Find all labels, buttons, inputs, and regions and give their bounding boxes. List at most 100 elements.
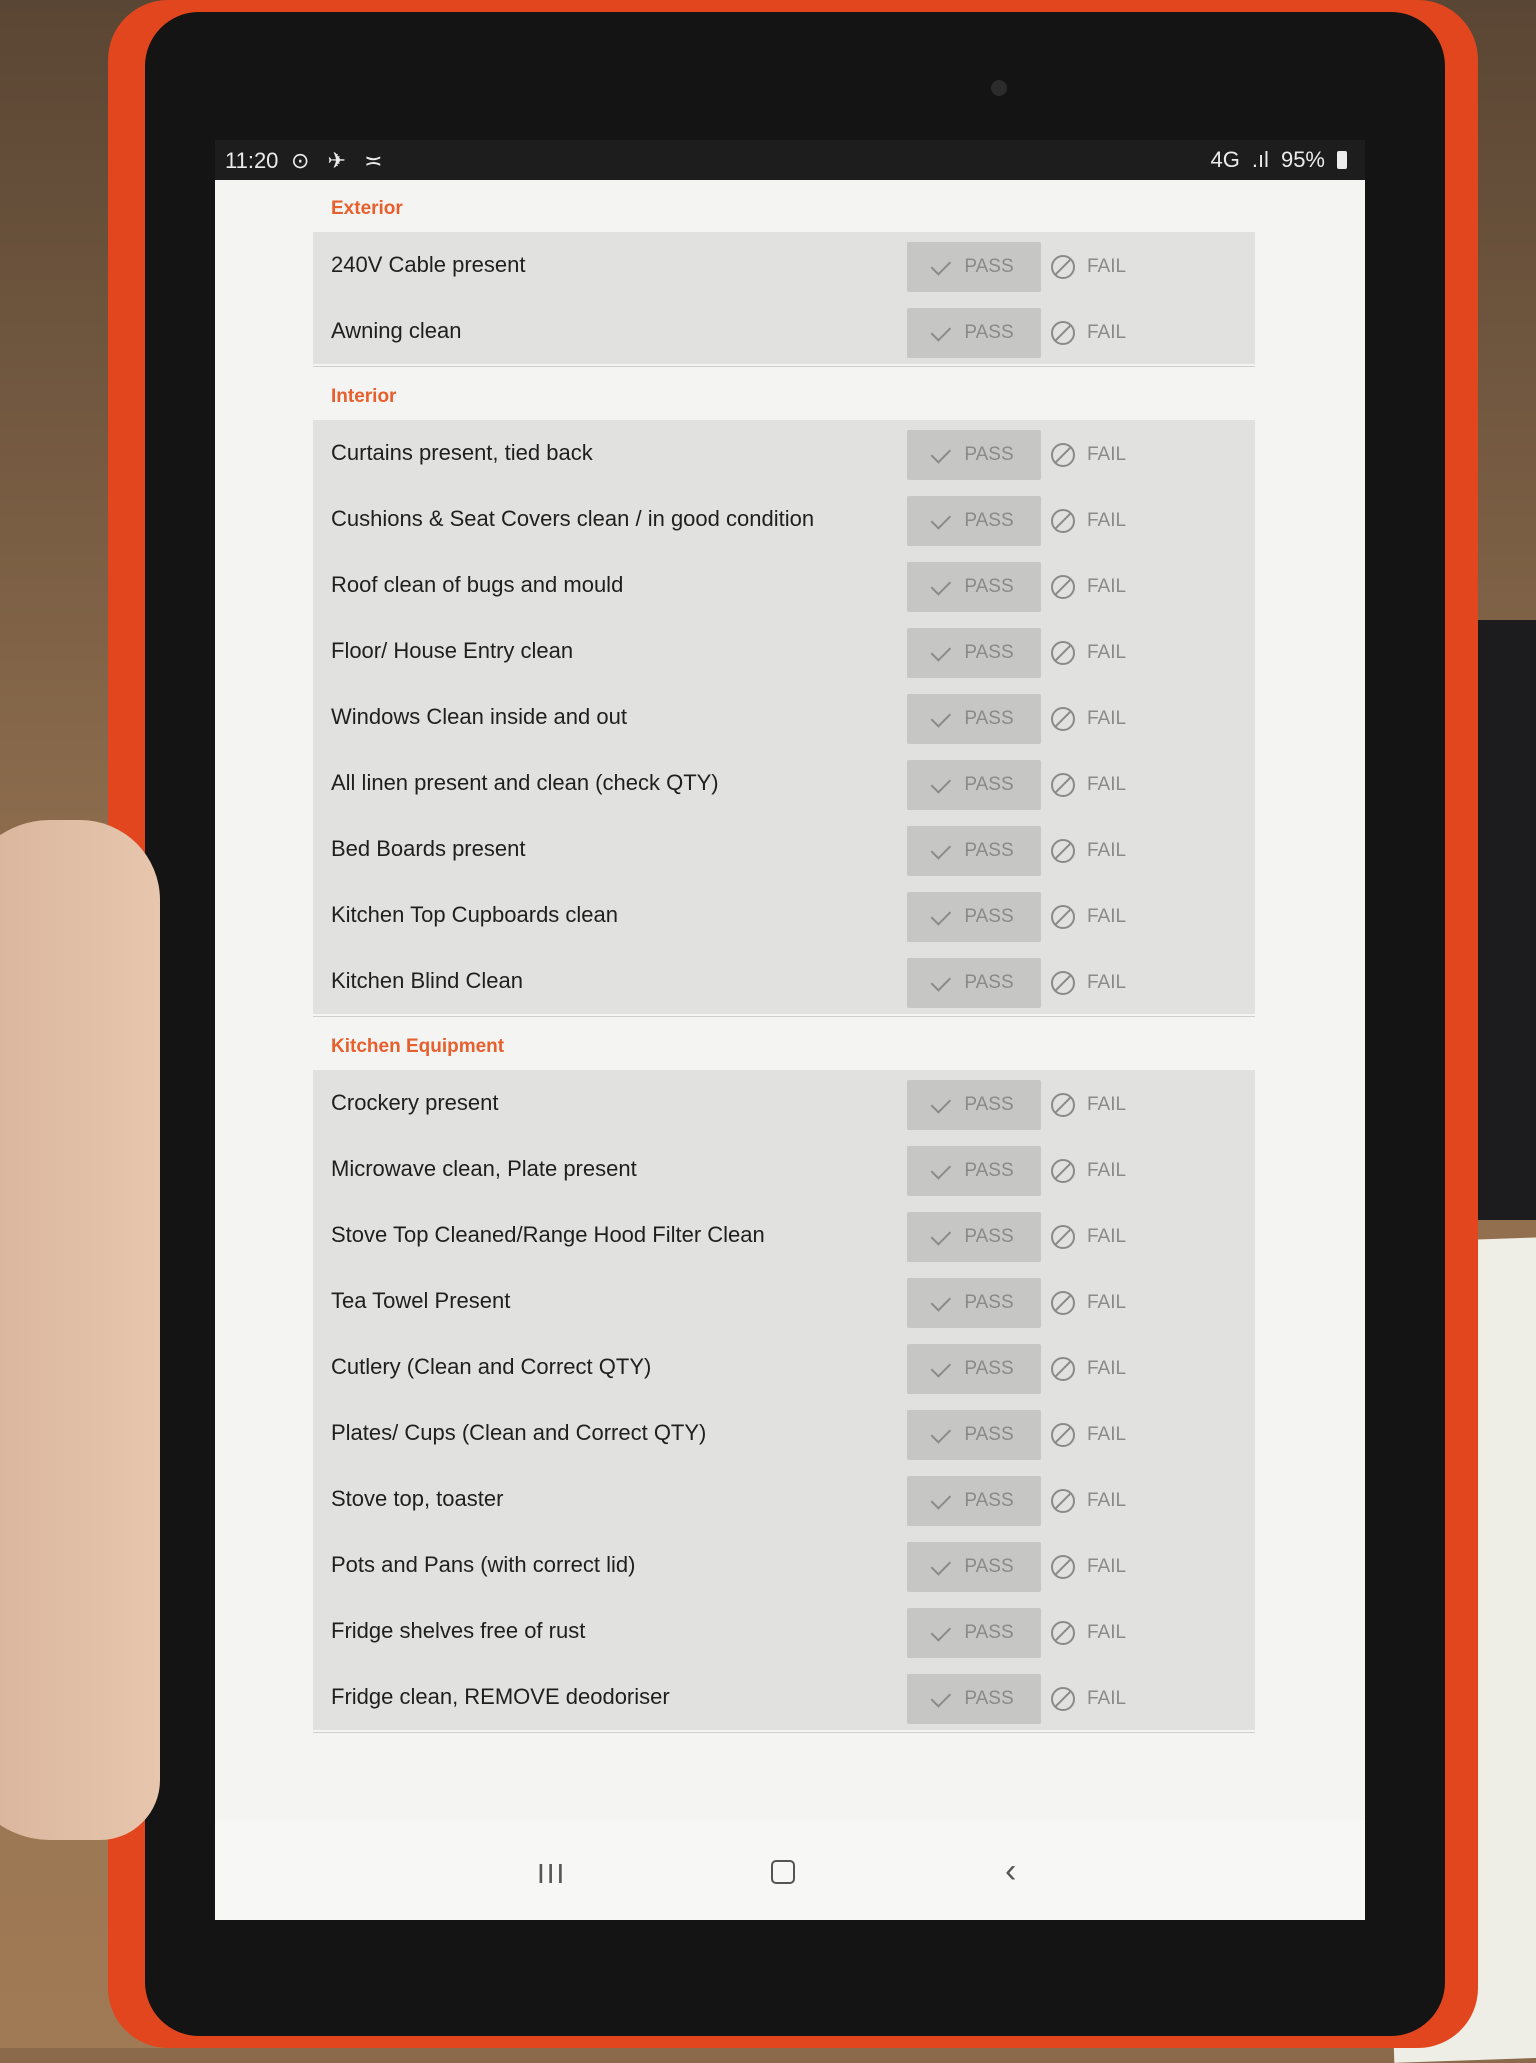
item-label: Awning clean	[331, 318, 462, 343]
fail-label: FAIL	[1087, 642, 1127, 663]
item-label: Microwave clean, Plate present	[331, 1156, 637, 1181]
fail-button[interactable]: FAIL	[1051, 244, 1171, 290]
fail-button[interactable]: FAIL	[1051, 1346, 1171, 1392]
ban-icon	[1051, 1159, 1075, 1183]
fail-button[interactable]: FAIL	[1051, 1280, 1171, 1326]
checklist-row: Roof clean of bugs and mould PASS FAIL	[313, 552, 1255, 618]
pass-label: PASS	[964, 1226, 1014, 1247]
fail-label: FAIL	[1087, 256, 1127, 277]
status-bar: 11:20 ⊙ ✈ ≍ 4G .ıl 95%	[215, 140, 1365, 180]
pass-label: PASS	[964, 256, 1014, 277]
fail-button[interactable]: FAIL	[1051, 1610, 1171, 1656]
item-label: All linen present and clean (check QTY)	[331, 770, 719, 795]
fail-button[interactable]: FAIL	[1051, 1676, 1171, 1722]
ban-icon	[1051, 321, 1075, 345]
fail-button[interactable]: FAIL	[1051, 960, 1171, 1006]
pass-button[interactable]: PASS	[907, 1278, 1041, 1328]
check-icon	[930, 1290, 952, 1312]
pass-button[interactable]: PASS	[907, 562, 1041, 612]
checklist-row: 240V Cable present PASS FAIL	[313, 232, 1255, 298]
fail-button[interactable]: FAIL	[1051, 894, 1171, 940]
pass-button[interactable]: PASS	[907, 242, 1041, 292]
fail-label: FAIL	[1087, 1358, 1127, 1379]
ban-icon	[1051, 1687, 1075, 1711]
ban-icon	[1051, 1291, 1075, 1315]
pass-button[interactable]: PASS	[907, 1212, 1041, 1262]
pass-button[interactable]: PASS	[907, 892, 1041, 942]
pass-label: PASS	[964, 444, 1014, 465]
fail-button[interactable]: FAIL	[1051, 1412, 1171, 1458]
checklist-row: Tea Towel Present PASS FAIL	[313, 1268, 1255, 1334]
item-label: Fridge clean, REMOVE deodoriser	[331, 1684, 670, 1709]
item-label: Floor/ House Entry clean	[331, 638, 574, 663]
fail-button[interactable]: FAIL	[1051, 564, 1171, 610]
check-icon	[930, 254, 952, 276]
pass-button[interactable]: PASS	[907, 308, 1041, 358]
check-icon	[930, 970, 952, 992]
section-group: Crockery present PASS FAIL Microwave clean,…	[313, 1070, 1255, 1730]
item-label: Bed Boards present	[331, 836, 526, 861]
home-button[interactable]	[771, 1860, 795, 1884]
pass-button[interactable]: PASS	[907, 1080, 1041, 1130]
fail-button[interactable]: FAIL	[1051, 762, 1171, 808]
checklist-row: Kitchen Blind Clean PASS FAIL	[313, 948, 1255, 1014]
pass-button[interactable]: PASS	[907, 1476, 1041, 1526]
checklist-row: Fridge clean, REMOVE deodoriser PASS FAIL	[313, 1664, 1255, 1730]
pass-button[interactable]: PASS	[907, 958, 1041, 1008]
fail-button[interactable]: FAIL	[1051, 630, 1171, 676]
section-title: Exterior	[331, 198, 403, 219]
pass-button[interactable]: PASS	[907, 1344, 1041, 1394]
pass-label: PASS	[964, 1094, 1014, 1115]
pass-button[interactable]: PASS	[907, 1542, 1041, 1592]
ban-icon	[1051, 443, 1075, 467]
section-title: Interior	[331, 386, 397, 407]
check-icon	[930, 1158, 952, 1180]
checklist-row: Kitchen Top Cupboards clean PASS FAIL	[313, 882, 1255, 948]
recents-button[interactable]: III	[537, 1858, 566, 1890]
fail-label: FAIL	[1087, 1490, 1127, 1511]
ban-icon	[1051, 1489, 1075, 1513]
check-icon	[930, 508, 952, 530]
checklist: Exterior 240V Cable present PASS FAIL Awning…	[215, 180, 1365, 1820]
ban-icon	[1051, 575, 1075, 599]
pass-button[interactable]: PASS	[907, 1410, 1041, 1460]
pass-button[interactable]: PASS	[907, 1608, 1041, 1658]
item-label: Windows Clean inside and out	[331, 704, 627, 729]
ban-icon	[1051, 1225, 1075, 1249]
back-button[interactable]: ‹	[1005, 1852, 1016, 1891]
pass-button[interactable]: PASS	[907, 430, 1041, 480]
fail-button[interactable]: FAIL	[1051, 310, 1171, 356]
pass-button[interactable]: PASS	[907, 760, 1041, 810]
fail-label: FAIL	[1087, 1622, 1127, 1643]
section-divider	[313, 1732, 1255, 1733]
fail-button[interactable]: FAIL	[1051, 432, 1171, 478]
fail-label: FAIL	[1087, 1556, 1127, 1577]
item-label: 240V Cable present	[331, 252, 526, 277]
fail-button[interactable]: FAIL	[1051, 1478, 1171, 1524]
fail-label: FAIL	[1087, 576, 1127, 597]
pass-button[interactable]: PASS	[907, 1146, 1041, 1196]
pass-button[interactable]: PASS	[907, 826, 1041, 876]
checklist-row: All linen present and clean (check QTY) P…	[313, 750, 1255, 816]
checklist-row: Pots and Pans (with correct lid) PASS FAIL	[313, 1532, 1255, 1598]
ban-icon	[1051, 509, 1075, 533]
fail-button[interactable]: FAIL	[1051, 1214, 1171, 1260]
pass-label: PASS	[964, 642, 1014, 663]
fail-button[interactable]: FAIL	[1051, 1148, 1171, 1194]
pass-label: PASS	[964, 1688, 1014, 1709]
pass-button[interactable]: PASS	[907, 694, 1041, 744]
fail-button[interactable]: FAIL	[1051, 498, 1171, 544]
pass-button[interactable]: PASS	[907, 1674, 1041, 1724]
fail-button[interactable]: FAIL	[1051, 1082, 1171, 1128]
checklist-row: Curtains present, tied back PASS FAIL	[313, 420, 1255, 486]
fail-button[interactable]: FAIL	[1051, 828, 1171, 874]
checklist-row: Windows Clean inside and out PASS FAIL	[313, 684, 1255, 750]
fail-button[interactable]: FAIL	[1051, 1544, 1171, 1590]
item-label: Kitchen Top Cupboards clean	[331, 902, 619, 927]
pass-button[interactable]: PASS	[907, 628, 1041, 678]
fail-button[interactable]: FAIL	[1051, 696, 1171, 742]
pass-button[interactable]: PASS	[907, 496, 1041, 546]
network-icon: 4G	[1210, 147, 1240, 172]
ban-icon	[1051, 839, 1075, 863]
fail-label: FAIL	[1087, 1292, 1127, 1313]
